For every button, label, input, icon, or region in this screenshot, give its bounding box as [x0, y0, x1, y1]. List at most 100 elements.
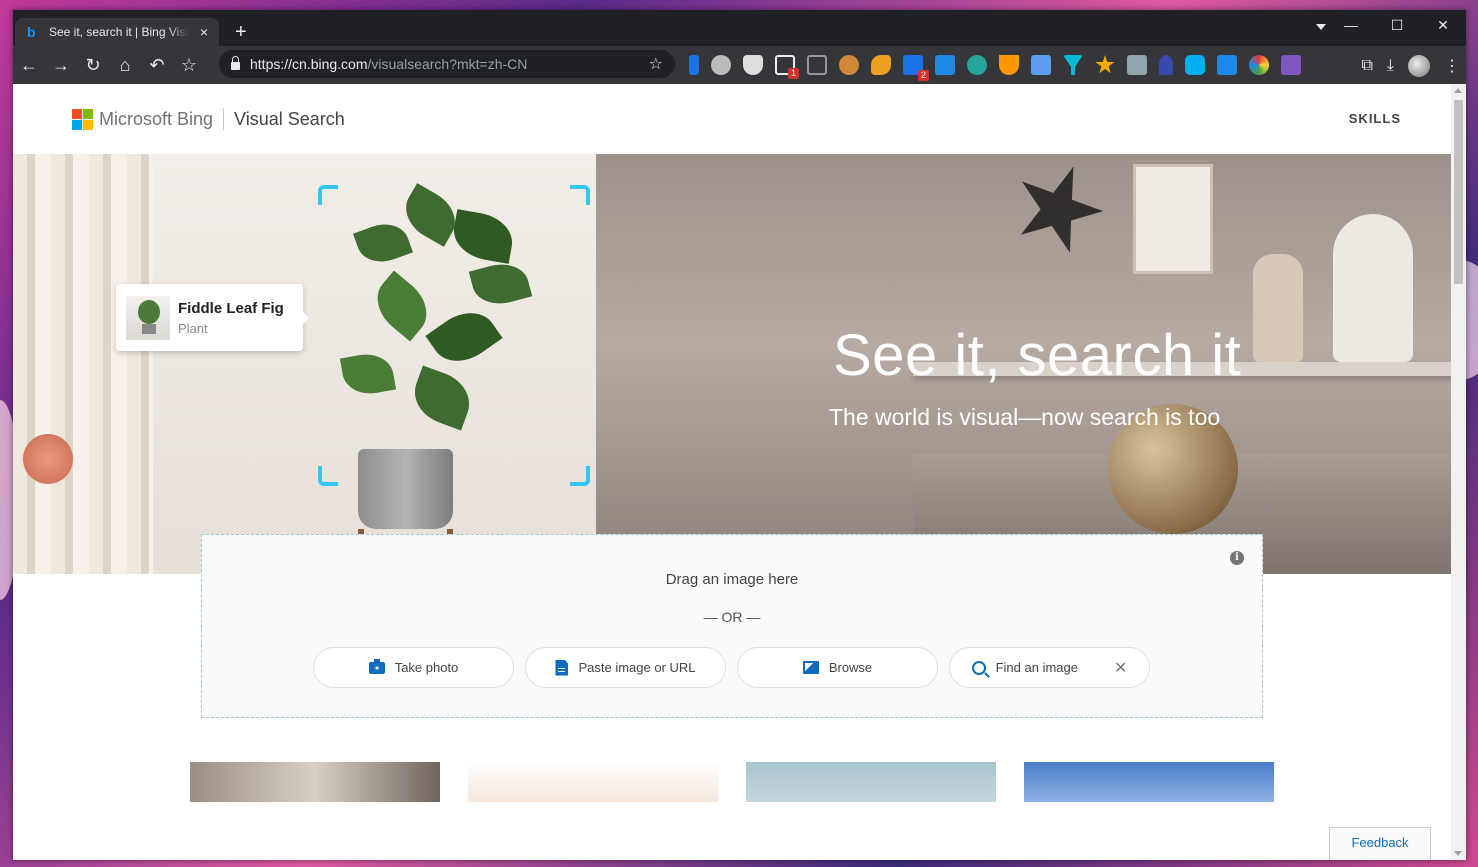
- extension-filter-icon[interactable]: [1063, 55, 1083, 75]
- upload-options: Take photo Paste image or URL Browse Fin…: [313, 647, 1150, 688]
- info-icon[interactable]: i: [1230, 551, 1244, 565]
- extension-s-icon[interactable]: [807, 55, 827, 75]
- site-header: Microsoft Bing Visual Search SKILLS: [13, 84, 1451, 154]
- extension-badge: 2: [917, 70, 929, 81]
- button-label: Browse: [828, 660, 873, 675]
- extension-animal-icon[interactable]: [871, 55, 891, 75]
- hero-vase: [1333, 214, 1413, 362]
- example-image[interactable]: [746, 762, 996, 802]
- paste-image-button[interactable]: Paste image or URL: [525, 647, 726, 688]
- extension-chat-icon[interactable]: 2: [903, 55, 929, 81]
- selection-box[interactable]: [318, 185, 590, 486]
- web-page: Microsoft Bing Visual Search SKILLS Fidd…: [13, 84, 1451, 860]
- crop-icon[interactable]: ⧉: [1361, 57, 1372, 75]
- extension-vk-icon[interactable]: [1217, 55, 1237, 75]
- undo-icon[interactable]: ↶: [141, 46, 173, 84]
- extension-person-icon[interactable]: [1159, 55, 1173, 75]
- new-tab-button[interactable]: +: [235, 22, 247, 42]
- or-separator: — OR —: [703, 609, 761, 625]
- take-photo-button[interactable]: Take photo: [313, 647, 514, 688]
- camera-icon: [368, 658, 385, 674]
- product-name[interactable]: Visual Search: [234, 109, 345, 130]
- address-bar[interactable]: https://cn.bing.com/visualsearch?mkt=zh-…: [219, 50, 675, 78]
- scroll-thumb[interactable]: [1454, 100, 1463, 284]
- selection-handle[interactable]: [570, 466, 590, 486]
- lock-icon: [231, 56, 240, 70]
- image-dropzone[interactable]: i Drag an image here — OR — Take photo P…: [201, 534, 1263, 718]
- microsoft-logo-icon[interactable]: [72, 108, 93, 130]
- selection-handle[interactable]: [318, 466, 338, 486]
- forward-icon[interactable]: →: [45, 46, 77, 84]
- drag-hint: Drag an image here: [665, 571, 799, 588]
- skills-link[interactable]: SKILLS: [1349, 111, 1401, 126]
- profile-avatar[interactable]: [1408, 55, 1430, 77]
- document-icon: [555, 659, 569, 676]
- extension-colorful-icon[interactable]: [1249, 55, 1269, 75]
- hero-vase: [1253, 254, 1303, 362]
- url-path: /visualsearch?mkt=zh-CN: [367, 56, 528, 72]
- menu-kebab-icon[interactable]: ⋮: [1444, 56, 1460, 76]
- bookmark-page-icon[interactable]: ☆: [649, 54, 663, 74]
- hero-banner: Fiddle Leaf Fig Plant See it, search it …: [13, 154, 1451, 574]
- page-scrollbar[interactable]: [1451, 84, 1466, 860]
- tab-search-chevron-icon[interactable]: [1316, 24, 1326, 30]
- scroll-up-icon[interactable]: [1454, 88, 1462, 93]
- maximize-icon[interactable]: ☐: [1374, 10, 1420, 40]
- extension-bowl-icon[interactable]: [999, 55, 1019, 75]
- close-window-icon[interactable]: ✕: [1420, 10, 1466, 40]
- home-icon[interactable]: ⌂: [109, 46, 141, 84]
- tab-title: See it, search it | Bing Visual Search: [49, 25, 189, 39]
- extension-globe-icon[interactable]: [967, 55, 987, 75]
- extension-cookie-icon[interactable]: [839, 55, 859, 75]
- example-image[interactable]: [190, 762, 440, 802]
- extension-bookmark-icon[interactable]: [689, 55, 699, 75]
- result-card[interactable]: Fiddle Leaf Fig Plant: [116, 284, 309, 351]
- example-image[interactable]: [1024, 762, 1274, 802]
- selection-handle[interactable]: [318, 185, 338, 205]
- close-tab-icon[interactable]: ×: [197, 24, 211, 40]
- scroll-down-icon[interactable]: [1454, 851, 1462, 856]
- bookmark-star-icon[interactable]: ☆: [173, 46, 205, 84]
- toolbar-right: ⧉ ⤓ ⋮: [1361, 55, 1460, 77]
- browser-window: b See it, search it | Bing Visual Search…: [13, 10, 1466, 860]
- browse-button[interactable]: Browse: [737, 647, 938, 688]
- button-label: Paste image or URL: [578, 660, 696, 675]
- minimize-icon[interactable]: —: [1328, 10, 1374, 40]
- extension-badge-icon[interactable]: 1: [775, 55, 799, 79]
- reload-icon[interactable]: ↻: [77, 46, 109, 84]
- close-icon[interactable]: ✕: [1114, 658, 1127, 678]
- extension-shield-icon[interactable]: [743, 55, 763, 75]
- logo-square: [83, 119, 93, 130]
- logo-square: [83, 108, 93, 119]
- example-image[interactable]: [468, 762, 718, 802]
- selection-handle[interactable]: [570, 185, 590, 205]
- brand-name[interactable]: Microsoft Bing: [99, 109, 213, 130]
- bing-icon: b: [27, 24, 36, 40]
- logo-square: [72, 108, 82, 119]
- extension-edit-icon[interactable]: [1031, 55, 1051, 75]
- extension-skype-icon[interactable]: [1185, 55, 1205, 75]
- url-text[interactable]: https://cn.bing.com/visualsearch?mkt=zh-…: [250, 56, 649, 72]
- extension-z-icon[interactable]: [935, 55, 955, 75]
- hero-picture-frame: [1133, 164, 1213, 274]
- hero-flowers: [23, 434, 73, 484]
- result-name: Fiddle Leaf Fig: [178, 299, 284, 317]
- extension-purple-icon[interactable]: [1281, 55, 1301, 75]
- url-host: https://cn.bing.com: [250, 56, 368, 72]
- browser-tab[interactable]: b See it, search it | Bing Visual Search…: [15, 18, 219, 46]
- hero-subtitle: The world is visual—now search is too: [829, 404, 1221, 430]
- browser-toolbar: ← → ↻ ⌂ ↶ ☆ https://cn.bing.com/visualse…: [13, 46, 1466, 84]
- result-type: Plant: [178, 320, 208, 336]
- window-controls: — ☐ ✕: [1328, 10, 1466, 40]
- extension-badge: 1: [787, 68, 799, 79]
- download-icon[interactable]: ⤓: [1387, 57, 1394, 75]
- extension-star-icon[interactable]: [1095, 55, 1115, 74]
- extension-icon[interactable]: [711, 55, 731, 75]
- find-image-button[interactable]: Find an image ✕: [949, 647, 1150, 688]
- feedback-button[interactable]: Feedback: [1329, 827, 1431, 860]
- divider: [223, 108, 225, 130]
- extension-image-icon[interactable]: [1127, 55, 1147, 75]
- image-icon: [802, 661, 819, 674]
- hero-title: See it, search it: [833, 323, 1242, 388]
- back-icon[interactable]: ←: [13, 46, 45, 84]
